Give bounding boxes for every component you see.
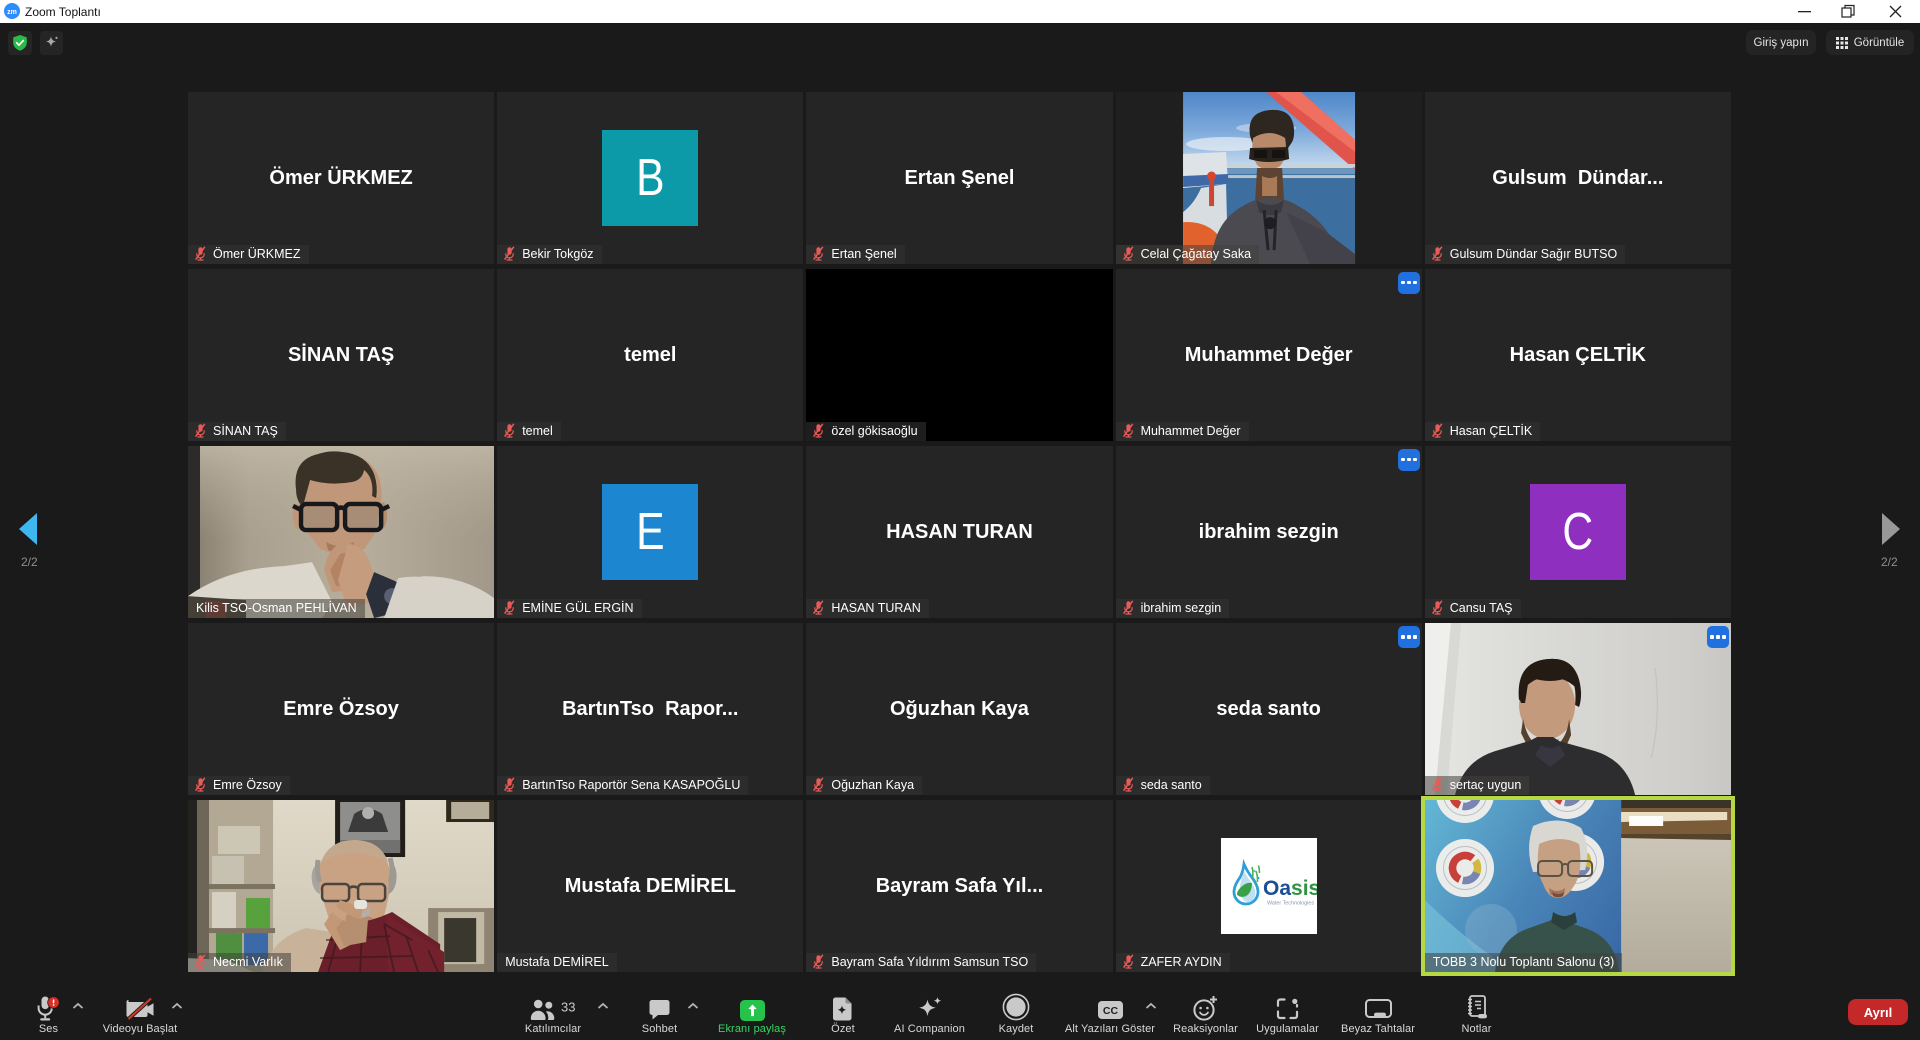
svg-text:CC: CC (1102, 1005, 1118, 1017)
svg-text:Oasis: Oasis (1263, 877, 1317, 900)
svg-text:zm: zm (7, 9, 17, 16)
svg-text:33: 33 (561, 1000, 575, 1015)
svg-text:Water Technologies: Water Technologies (1267, 900, 1314, 906)
